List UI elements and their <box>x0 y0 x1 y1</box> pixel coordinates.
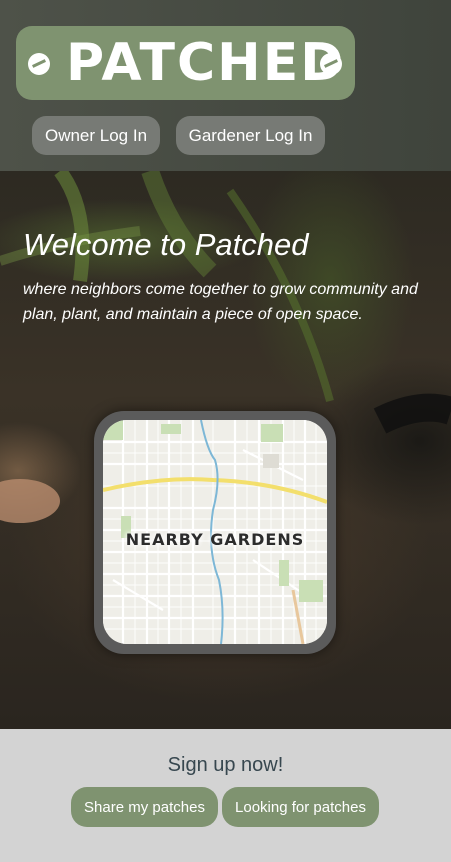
nearby-gardens-button[interactable]: NEARBY GARDENS <box>94 411 336 654</box>
share-patches-button[interactable]: Share my patches <box>71 787 218 827</box>
signup-title: Sign up now! <box>167 754 284 776</box>
screw-icon <box>320 53 342 75</box>
hero-section: Welcome to Patched where neighbors come … <box>0 171 451 729</box>
patched-logo[interactable]: PATCHED <box>16 26 355 100</box>
logo-text: PATCHED <box>66 33 346 93</box>
hero-subtitle: where neighbors come together to grow co… <box>23 281 418 323</box>
screw-icon <box>28 53 50 75</box>
owner-login-button[interactable]: Owner Log In <box>32 116 160 155</box>
header: PATCHED Owner Log In Gardener Log In <box>0 0 451 171</box>
looking-for-patches-button[interactable]: Looking for patches <box>222 787 379 827</box>
hero-title: Welcome to Patched <box>23 227 309 262</box>
gardener-login-button[interactable]: Gardener Log In <box>176 116 325 155</box>
nearby-gardens-label: NEARBY GARDENS <box>125 530 305 549</box>
map-thumbnail: NEARBY GARDENS <box>103 420 327 644</box>
